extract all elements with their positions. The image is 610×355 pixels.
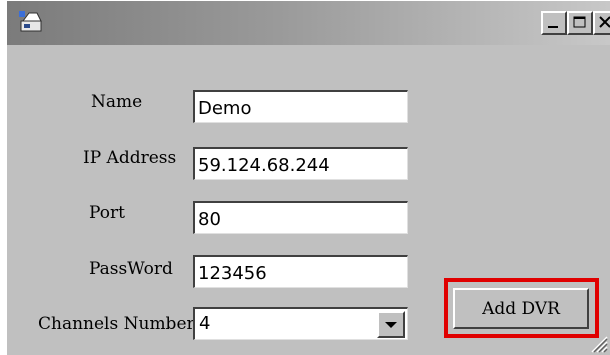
- name-label: Name: [91, 92, 143, 112]
- ip-address-field[interactable]: [193, 147, 408, 180]
- password-label: PassWord: [89, 259, 173, 279]
- port-label: Port: [89, 203, 125, 223]
- dialog-window: Name IP Address Port PassWord Channels N…: [6, 0, 610, 355]
- port-field[interactable]: [193, 201, 408, 234]
- minimize-button[interactable]: [541, 11, 567, 35]
- resize-grip-icon[interactable]: [586, 331, 608, 353]
- maximize-button[interactable]: [567, 11, 593, 35]
- password-input[interactable]: [198, 261, 402, 285]
- channels-number-value: 4: [199, 313, 211, 334]
- add-dvr-button[interactable]: Add DVR: [453, 288, 589, 329]
- title-bar[interactable]: [7, 1, 610, 45]
- dropdown-button[interactable]: [377, 311, 405, 338]
- port-input[interactable]: [198, 207, 402, 231]
- ip-address-input[interactable]: [198, 153, 402, 177]
- chevron-down-icon: [385, 322, 397, 328]
- maximize-icon: [573, 16, 586, 28]
- name-input[interactable]: [198, 96, 402, 120]
- minimize-icon: [548, 26, 558, 28]
- close-button[interactable]: [593, 11, 610, 35]
- app-icon: [17, 7, 47, 37]
- ip-address-label: IP Address: [83, 148, 177, 168]
- name-field[interactable]: [193, 90, 408, 123]
- channels-number-label: Channels Number: [38, 314, 195, 334]
- channels-number-select[interactable]: 4: [193, 307, 408, 340]
- password-field[interactable]: [193, 255, 408, 288]
- close-icon: [599, 16, 610, 28]
